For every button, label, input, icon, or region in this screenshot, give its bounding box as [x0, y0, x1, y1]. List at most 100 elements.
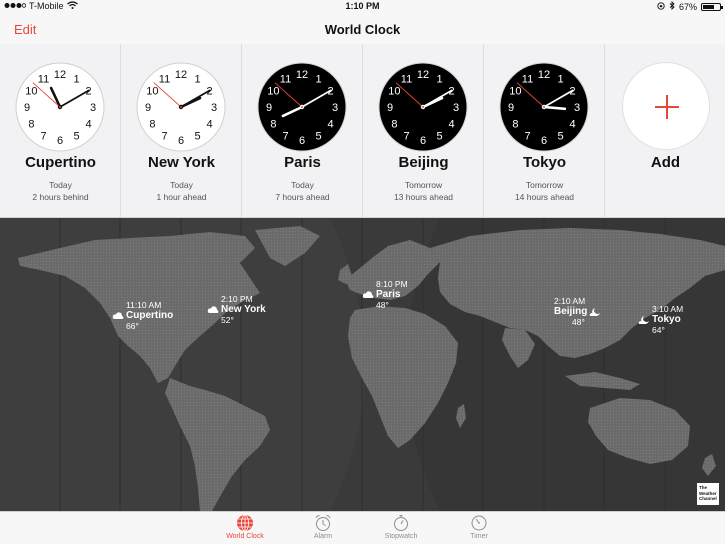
- clock-numeral: 10: [509, 86, 521, 98]
- clock-card-paris[interactable]: 123456789101112 Paris Today 7 hours ahea…: [242, 44, 363, 218]
- city-offset: 14 hours ahead: [514, 192, 575, 202]
- city-name: Beijing: [398, 154, 449, 171]
- clock-numeral: 5: [315, 131, 321, 143]
- clock-numeral: 5: [557, 131, 563, 143]
- clock-center-dot: [422, 106, 424, 108]
- logo-line: The: [699, 485, 708, 490]
- tab-bar: World Clock Alarm Stopwatch Timer: [0, 511, 725, 544]
- globe-icon: [237, 514, 253, 532]
- analog-clock-cupertino: 123456789101112: [15, 62, 105, 152]
- clock-numeral: 9: [508, 102, 514, 114]
- clock-numeral: 6: [178, 135, 184, 147]
- tab-label: Stopwatch: [384, 533, 418, 540]
- orientation-lock-icon: [657, 1, 665, 12]
- location-temp: 64°: [652, 325, 665, 335]
- tab-timer[interactable]: Timer: [449, 513, 509, 544]
- clock-numeral: 4: [449, 119, 455, 131]
- clock-numeral: 9: [387, 102, 393, 114]
- clock-numeral: 9: [24, 102, 30, 114]
- clock-numeral: 7: [403, 131, 409, 143]
- clock-numeral: 1: [73, 73, 79, 85]
- tab-label: World Clock: [226, 533, 264, 540]
- status-bar: T-Mobile 1:10 PM 67%: [0, 0, 725, 14]
- clock-numeral: 12: [538, 69, 550, 81]
- timer-icon: [471, 515, 487, 531]
- location-temp: 66°: [126, 321, 139, 331]
- clock-numeral: 10: [25, 86, 37, 98]
- world-map: 11:10 AM Cupertino 66° 2:10 PM New York …: [0, 218, 725, 511]
- clock-numeral: 10: [388, 86, 400, 98]
- clock-numeral: 4: [86, 119, 92, 131]
- battery-percent: 67%: [678, 1, 697, 12]
- tab-label: Timer: [470, 533, 488, 540]
- location-city: Cupertino: [126, 310, 174, 321]
- clock-card-beijing[interactable]: 123456789101112 Beijing Tomorrow 13 hour…: [363, 44, 484, 218]
- clock-card-tokyo[interactable]: 123456789101112 Tokyo Tomorrow 14 hours …: [484, 44, 605, 218]
- logo-line: Weather: [699, 490, 717, 496]
- clock-numeral: 8: [28, 119, 34, 131]
- clock-numeral: 11: [522, 73, 533, 85]
- clock-numeral: 10: [267, 86, 279, 98]
- stopwatch-icon: [394, 515, 408, 531]
- city-offset: 1 hour ahead: [156, 192, 207, 202]
- clock-center-dot: [301, 106, 303, 108]
- moon-cloud-icon: [638, 315, 650, 325]
- clock-strip: 123456789101112 Cupertino Today 2 hours …: [0, 44, 725, 218]
- clock-numeral: 7: [282, 131, 288, 143]
- add-clock-card[interactable]: Add: [605, 44, 725, 218]
- battery-icon: [701, 2, 723, 11]
- clock-card-cupertino[interactable]: 123456789101112 Cupertino Today 2 hours …: [0, 44, 121, 218]
- logo-line: Channel: [699, 496, 717, 501]
- hour-hand: [542, 105, 567, 111]
- world-map-graphic: [0, 218, 725, 511]
- map-location-beijing: 2:10 AM Beijing 48°: [554, 296, 603, 327]
- tab-stopwatch[interactable]: Stopwatch: [371, 513, 431, 544]
- clock-numeral: 11: [280, 73, 291, 85]
- city-day: Today: [291, 180, 314, 190]
- clock-numeral: 6: [420, 135, 426, 147]
- clock-center-dot: [180, 106, 182, 108]
- clock-numeral: 3: [211, 102, 217, 114]
- weather-channel-logo[interactable]: The Weather Channel: [697, 483, 719, 505]
- analog-clock-beijing: 123456789101112: [378, 62, 468, 152]
- clock-numeral: 8: [149, 119, 155, 131]
- clock-numeral: 1: [194, 73, 200, 85]
- tab-world-clock[interactable]: World Clock: [215, 513, 275, 544]
- clock-numeral: 9: [266, 102, 272, 114]
- city-name: Cupertino: [25, 154, 96, 171]
- cloud-icon: [207, 305, 219, 315]
- clock-numeral: 12: [417, 69, 429, 81]
- city-day: Today: [170, 180, 193, 190]
- clock-center-dot: [543, 106, 545, 108]
- location-time: 2:10 AM: [554, 296, 586, 306]
- page-title: World Clock: [324, 22, 401, 37]
- location-city: Beijing: [554, 306, 588, 317]
- clock-numeral: 6: [57, 135, 63, 147]
- moon-cloud-icon: [589, 307, 601, 317]
- clock-numeral: 1: [557, 73, 563, 85]
- clock-numeral: 7: [161, 131, 167, 143]
- city-day: Today: [49, 180, 72, 190]
- map-location-tokyo: 3:10 AM Tokyo 64°: [638, 304, 683, 335]
- location-city: New York: [221, 304, 266, 315]
- location-time: 11:10 AM: [126, 300, 162, 310]
- location-temp: 48°: [376, 300, 389, 310]
- clock-numeral: 6: [541, 135, 547, 147]
- status-time: 1:10 PM: [345, 1, 380, 11]
- clock-numeral: 11: [401, 73, 412, 85]
- status-right: 67%: [657, 0, 723, 12]
- location-time: 2:10 PM: [221, 294, 253, 304]
- clock-numeral: 11: [38, 73, 49, 85]
- edit-button[interactable]: Edit: [14, 22, 36, 37]
- clock-numeral: 6: [299, 135, 305, 147]
- clock-numeral: 1: [436, 73, 442, 85]
- tab-alarm[interactable]: Alarm: [293, 513, 353, 544]
- analog-clock-tokyo: 123456789101112: [499, 62, 589, 152]
- clock-center-dot: [59, 106, 61, 108]
- clock-numeral: 12: [296, 69, 308, 81]
- clock-card-new-york[interactable]: 123456789101112 New York Today 1 hour ah…: [121, 44, 242, 218]
- bluetooth-icon: [669, 0, 675, 12]
- map-location-cupertino: 11:10 AM Cupertino 66°: [112, 300, 173, 331]
- add-button[interactable]: [622, 62, 710, 150]
- add-label: Add: [650, 154, 681, 171]
